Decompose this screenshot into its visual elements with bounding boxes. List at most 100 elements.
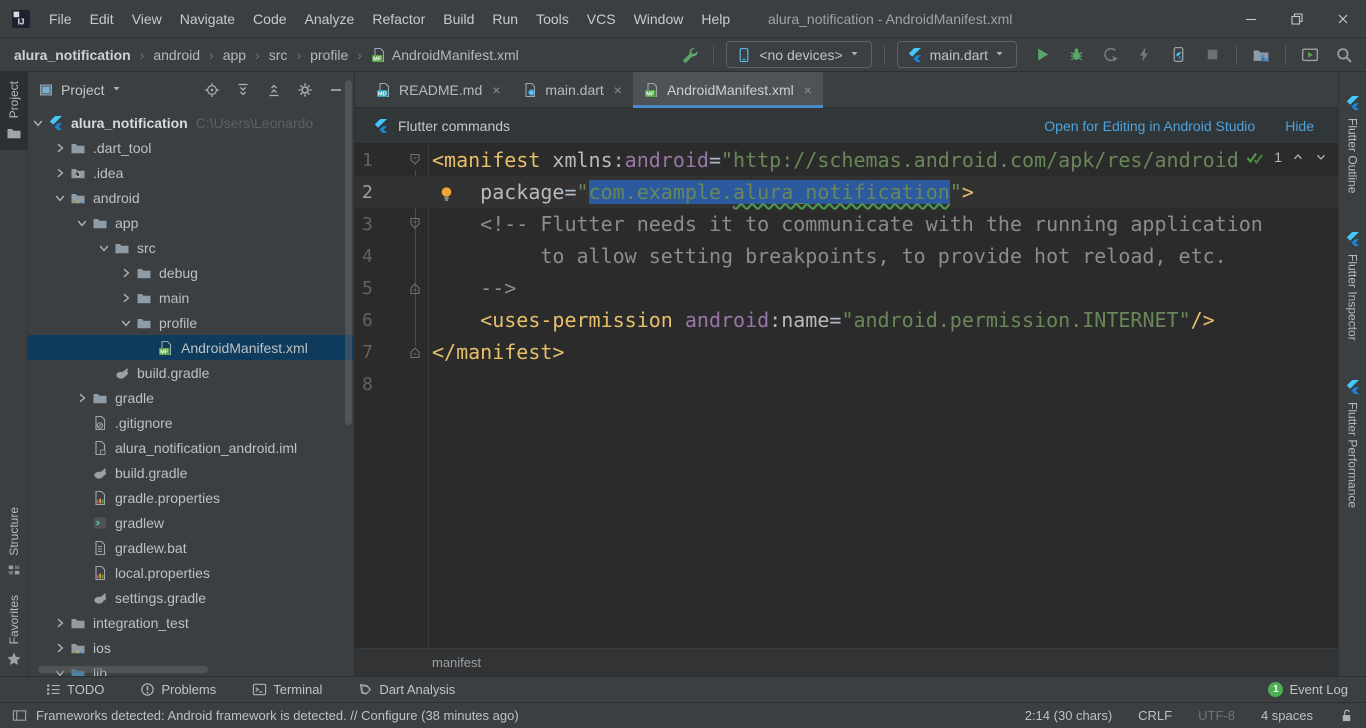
hide-icon[interactable] bbox=[328, 82, 344, 98]
banner-action-hide[interactable]: Hide bbox=[1285, 118, 1314, 134]
tree-item-gradlew-bat[interactable]: gradlew.bat bbox=[28, 535, 354, 560]
tree-item-ios[interactable]: ios bbox=[28, 635, 354, 660]
breadcrumb-item[interactable]: src bbox=[269, 47, 288, 63]
chevron-right-icon[interactable] bbox=[72, 390, 91, 406]
code-line-1[interactable]: 1<manifest xmlns:android="http://schemas… bbox=[355, 144, 1338, 176]
chevron-right-icon[interactable] bbox=[50, 165, 69, 181]
tree-item--idea[interactable]: .idea bbox=[28, 160, 354, 185]
minimize-button[interactable] bbox=[1228, 0, 1274, 38]
code-line-2[interactable]: 2 package="com.example.alura_notificatio… bbox=[355, 176, 1338, 208]
tool-window-button-todo[interactable]: TODO bbox=[46, 682, 104, 697]
code-editor[interactable]: 1 1<manifest xmlns:android="http://schem… bbox=[355, 144, 1338, 648]
menu-navigate[interactable]: Navigate bbox=[171, 6, 244, 32]
run-config-selector[interactable]: main.dart bbox=[897, 41, 1017, 68]
tree-vertical-scrollbar[interactable] bbox=[345, 80, 352, 425]
chevron-down-icon[interactable] bbox=[72, 215, 91, 231]
tree-item-androidmanifest-xml[interactable]: MFAndroidManifest.xml bbox=[28, 335, 354, 360]
tree-item-build-gradle[interactable]: build.gradle bbox=[28, 460, 354, 485]
code-line-5[interactable]: 5 --> bbox=[355, 272, 1338, 304]
menu-vcs[interactable]: VCS bbox=[578, 6, 625, 32]
chevron-down-icon[interactable] bbox=[50, 190, 69, 206]
banner-action-open-for-editing-in-android-studio[interactable]: Open for Editing in Android Studio bbox=[1044, 118, 1255, 134]
chevron-right-icon[interactable] bbox=[116, 290, 135, 306]
code-line-7[interactable]: 7</manifest> bbox=[355, 336, 1338, 368]
tree-item-gradlew[interactable]: gradlew bbox=[28, 510, 354, 535]
tree-item-settings-gradle[interactable]: settings.gradle bbox=[28, 585, 354, 610]
settings-icon[interactable] bbox=[297, 82, 313, 98]
chevron-down-icon[interactable] bbox=[116, 315, 135, 331]
menu-view[interactable]: View bbox=[123, 6, 171, 32]
editor-tab-readme-md[interactable]: MDREADME.md× bbox=[365, 72, 511, 108]
tree-item-app[interactable]: app bbox=[28, 210, 354, 235]
tool-window-button-terminal[interactable]: Terminal bbox=[252, 682, 322, 697]
menu-code[interactable]: Code bbox=[244, 6, 295, 32]
intention-bulb-icon[interactable] bbox=[439, 184, 454, 208]
chevron-down-icon[interactable] bbox=[28, 115, 47, 131]
tool-stripe-flutter-outline[interactable]: Flutter Outline bbox=[1339, 86, 1366, 202]
tree-item-src[interactable]: src bbox=[28, 235, 354, 260]
breadcrumb-item[interactable]: profile bbox=[310, 47, 348, 63]
chevron-right-icon[interactable] bbox=[50, 615, 69, 631]
menu-refactor[interactable]: Refactor bbox=[363, 6, 434, 32]
editor-breadcrumb-item[interactable]: manifest bbox=[432, 655, 481, 670]
menu-build[interactable]: Build bbox=[434, 6, 483, 32]
breadcrumb-item[interactable]: alura_notification bbox=[14, 47, 131, 63]
code-line-3[interactable]: 3 <!-- Flutter needs it to communicate w… bbox=[355, 208, 1338, 240]
project-structure-icon[interactable] bbox=[1249, 43, 1273, 67]
tree-item-alura-notification-android-iml[interactable]: alura_notification_android.iml bbox=[28, 435, 354, 460]
breadcrumb-item[interactable]: android bbox=[153, 47, 200, 63]
tree-item-gradle-properties[interactable]: gradle.properties bbox=[28, 485, 354, 510]
hot-reload-icon[interactable] bbox=[1132, 43, 1156, 67]
tree-item-local-properties[interactable]: local.properties bbox=[28, 560, 354, 585]
tree-item--dart-tool[interactable]: .dart_tool bbox=[28, 135, 354, 160]
status-widget-4-spaces[interactable]: 4 spaces bbox=[1261, 708, 1313, 723]
breadcrumb-item[interactable]: app bbox=[223, 47, 246, 63]
project-panel-title[interactable]: Project bbox=[61, 82, 105, 98]
editor-tab-androidmanifest-xml[interactable]: MFAndroidManifest.xml× bbox=[633, 72, 823, 108]
tool-window-button-dart-analysis[interactable]: Dart Analysis bbox=[358, 682, 455, 697]
run-icon[interactable] bbox=[1030, 43, 1054, 67]
tool-stripe-structure[interactable]: Structure bbox=[0, 498, 28, 586]
status-message[interactable]: Frameworks detected: Android framework i… bbox=[36, 708, 519, 723]
flutter-attach-icon[interactable] bbox=[1166, 43, 1190, 67]
lock-open-icon[interactable] bbox=[1339, 708, 1354, 723]
menu-analyze[interactable]: Analyze bbox=[296, 6, 364, 32]
breadcrumb-item[interactable]: MFAndroidManifest.xml bbox=[371, 47, 519, 63]
maximize-button[interactable] bbox=[1274, 0, 1320, 38]
editor-tab-main-dart[interactable]: main.dart× bbox=[511, 72, 633, 108]
device-selector[interactable]: <no devices> bbox=[726, 41, 871, 68]
debug-icon[interactable] bbox=[1064, 43, 1088, 67]
tool-stripe-flutter-performance[interactable]: Flutter Performance bbox=[1339, 370, 1366, 517]
tree-item-debug[interactable]: debug bbox=[28, 260, 354, 285]
tree-item-profile[interactable]: profile bbox=[28, 310, 354, 335]
select-opened-file-icon[interactable] bbox=[204, 82, 220, 98]
menu-help[interactable]: Help bbox=[692, 6, 739, 32]
close-tab-icon[interactable]: × bbox=[614, 82, 622, 98]
chevron-right-icon[interactable] bbox=[116, 265, 135, 281]
close-tab-icon[interactable]: × bbox=[804, 82, 812, 98]
profile-icon[interactable] bbox=[1098, 43, 1122, 67]
menu-file[interactable]: File bbox=[40, 6, 81, 32]
tree-item-android[interactable]: android bbox=[28, 185, 354, 210]
tool-stripe-project[interactable]: Project bbox=[0, 72, 28, 150]
tree-item--gitignore[interactable]: .gitignore bbox=[28, 410, 354, 435]
close-tab-icon[interactable]: × bbox=[492, 82, 500, 98]
close-button[interactable] bbox=[1320, 0, 1366, 38]
status-widget-utf-8[interactable]: UTF-8 bbox=[1198, 708, 1235, 723]
menu-window[interactable]: Window bbox=[625, 6, 693, 32]
tree-item-build-gradle[interactable]: build.gradle bbox=[28, 360, 354, 385]
fold-close-icon[interactable] bbox=[391, 281, 428, 295]
stop-icon[interactable] bbox=[1200, 43, 1224, 67]
panel-icon[interactable] bbox=[12, 708, 27, 723]
tree-item-integration-test[interactable]: integration_test bbox=[28, 610, 354, 635]
code-line-6[interactable]: 6 <uses-permission android:name="android… bbox=[355, 304, 1338, 336]
menu-edit[interactable]: Edit bbox=[81, 6, 123, 32]
tool-stripe-flutter-inspector[interactable]: Flutter Inspector bbox=[1339, 222, 1366, 350]
expand-all-icon[interactable] bbox=[235, 82, 251, 98]
collapse-all-icon[interactable] bbox=[266, 82, 282, 98]
chevron-right-icon[interactable] bbox=[50, 640, 69, 656]
search-everywhere-icon[interactable] bbox=[1332, 43, 1356, 67]
chevron-right-icon[interactable] bbox=[50, 140, 69, 156]
menu-run[interactable]: Run bbox=[483, 6, 527, 32]
status-widget-2-14-30-chars-[interactable]: 2:14 (30 chars) bbox=[1025, 708, 1112, 723]
